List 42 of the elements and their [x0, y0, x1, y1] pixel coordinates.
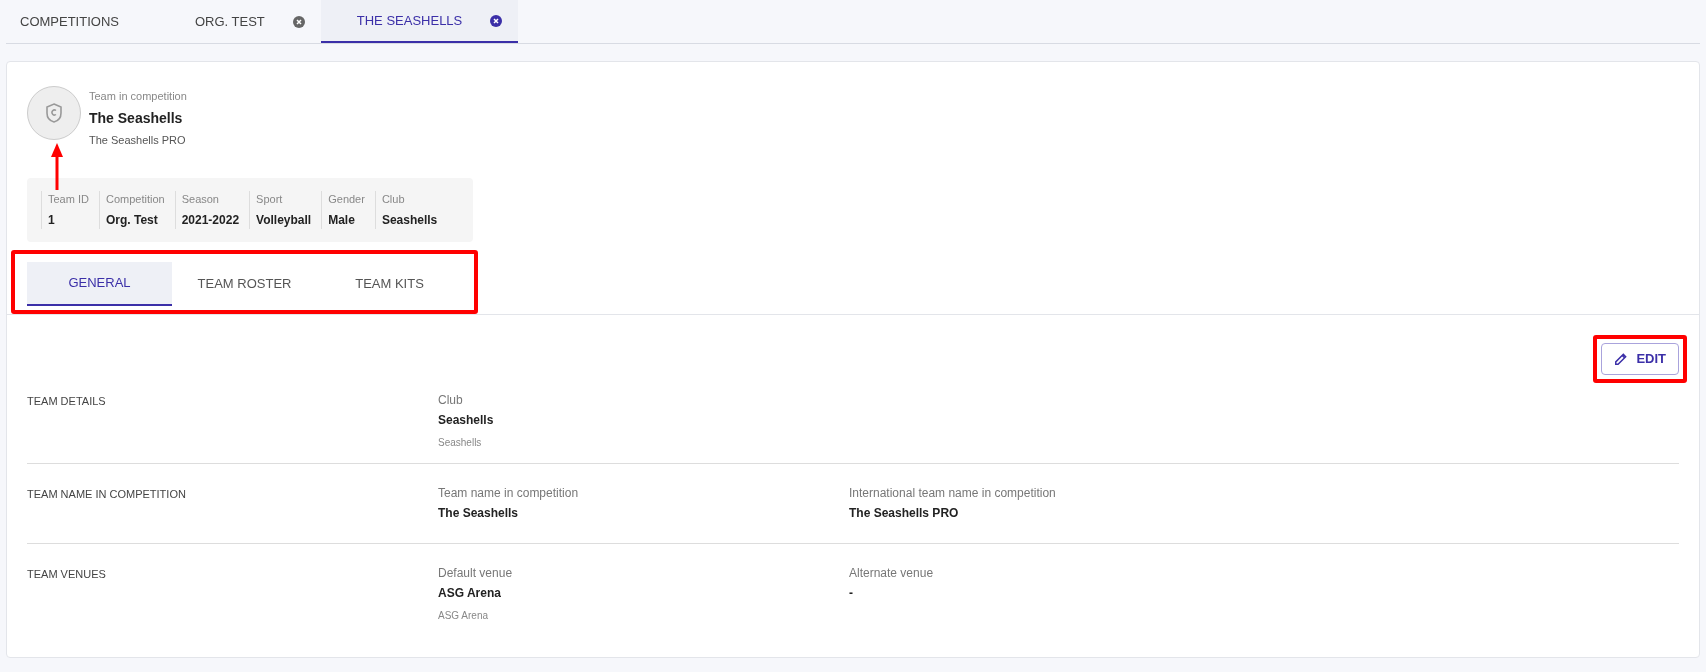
field-label: Team name in competition: [438, 485, 580, 502]
fact-value: Male: [328, 211, 356, 229]
fact-value: Org. Test: [105, 211, 159, 229]
tab[interactable]: COMPETITIONS: [6, 0, 159, 43]
field-value: The Seashells PRO: [849, 505, 960, 522]
arrow-annotation: [51, 143, 63, 190]
fact-label: Gender: [328, 192, 365, 208]
fact-label: Team ID: [48, 192, 89, 208]
field-value: Seashells: [438, 412, 495, 429]
field-label: International team name in competition: [849, 485, 1057, 502]
tab[interactable]: TEAM ROSTER: [172, 262, 317, 306]
pencil-icon: [1614, 352, 1629, 366]
field-label: Default venue: [438, 565, 514, 582]
close-icon[interactable]: [292, 15, 305, 28]
field-note: ASG Arena: [438, 609, 490, 623]
fact-label: Season: [181, 192, 220, 208]
section-title: TEAM VENUES: [27, 567, 107, 582]
team-title: The Seashells: [89, 108, 184, 128]
field-value: -: [849, 585, 854, 602]
shield-icon: [45, 103, 63, 123]
tab[interactable]: GENERAL: [27, 262, 172, 306]
section-title: TEAM NAME IN COMPETITION: [27, 487, 187, 502]
fact-value: 2021-2022: [181, 211, 240, 229]
fact-value: Seashells: [381, 211, 438, 229]
close-icon[interactable]: [490, 14, 503, 27]
fact-value: 1: [48, 211, 56, 229]
fact-label: Club: [381, 192, 406, 208]
tab[interactable]: ORG. TEST: [158, 0, 321, 43]
section-title: TEAM DETAILS: [27, 394, 107, 409]
fact-label: Competition: [105, 192, 165, 208]
field-label: Alternate venue: [849, 565, 935, 582]
field-value: The Seashells: [438, 505, 520, 522]
fact-label: Sport: [256, 192, 284, 208]
field-note: Seashells: [438, 436, 483, 450]
tab[interactable]: TEAM KITS: [317, 262, 462, 306]
team-subtitle: The Seashells PRO: [89, 132, 187, 148]
fact-value: Volleyball: [256, 211, 312, 229]
tab[interactable]: THE SEASHELLS: [320, 0, 519, 43]
edit-button[interactable]: EDIT: [1601, 343, 1679, 375]
field-value: ASG Arena: [438, 585, 502, 602]
field-label: Club: [438, 392, 464, 409]
caption: Team in competition: [89, 89, 187, 104]
